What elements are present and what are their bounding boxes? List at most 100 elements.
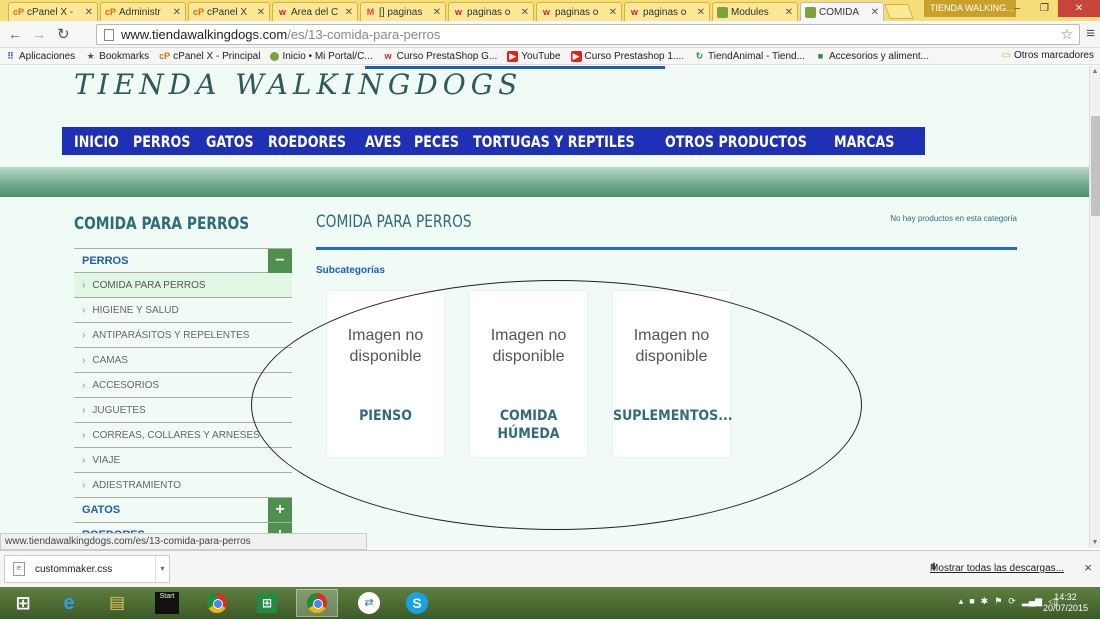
close-icon[interactable]: ✕: [521, 7, 529, 18]
menu-item-aves[interactable]: AVES: [365, 132, 401, 151]
tab-area-cliente[interactable]: w Área del C ✕: [272, 2, 358, 21]
tray-expand-icon[interactable]: ▴: [959, 596, 964, 607]
subcategory-adiestramiento[interactable]: › ADIESTRAMIENTO: [74, 473, 292, 498]
category-gatos[interactable]: GATOS +: [74, 498, 292, 523]
menu-item-gatos[interactable]: GATOS: [206, 132, 254, 151]
menu-item-tortugas[interactable]: TORTUGAS Y REPTILES: [473, 132, 635, 151]
close-icon[interactable]: ✕: [257, 7, 265, 18]
tab-paginas-2[interactable]: w paginas o ✕: [536, 2, 622, 21]
bluetooth-icon[interactable]: ✱: [981, 596, 989, 607]
menu-item-roedores[interactable]: ROEDORES: [268, 132, 346, 151]
forward-arrow-icon[interactable]: →: [32, 26, 46, 42]
bookmark-youtube[interactable]: ▶ YouTube: [502, 50, 565, 62]
bookmark-curso-prestashop-1[interactable]: ▶ Curso Prestashop 1....: [566, 50, 690, 62]
tray-app-icon[interactable]: ■: [969, 596, 974, 607]
close-icon[interactable]: ✕: [697, 7, 705, 18]
tray-flag-icon[interactable]: ⚑: [994, 596, 1002, 607]
close-icon[interactable]: ✕: [871, 7, 879, 18]
card-title[interactable]: COMIDA HÚMEDA: [470, 395, 587, 457]
tab-cpanel-1[interactable]: cP cPanel X - ✕: [8, 2, 98, 21]
subcategory-accesorios[interactable]: › ACCESORIOS: [74, 373, 292, 398]
menu-item-peces[interactable]: PECES: [414, 132, 459, 151]
subcategory-label: › ANTIPARÁSITOS Y REPELENTES: [74, 330, 249, 341]
windows-start-button[interactable]: ⊞: [2, 589, 44, 617]
subcategory-juguetes[interactable]: › JUGUETES: [74, 398, 292, 423]
window-close-icon[interactable]: ✕: [1058, 0, 1100, 17]
back-arrow-icon[interactable]: ←: [8, 26, 22, 42]
tray-sync-icon[interactable]: ⟳: [1008, 596, 1016, 607]
subcategory-correas[interactable]: › CORREAS, COLLARES Y ARNESES: [74, 423, 292, 448]
taskbar-ie[interactable]: e: [48, 589, 90, 617]
bookmark-cpanel[interactable]: cP cPanel X - Principal: [154, 51, 265, 62]
maximize-icon[interactable]: ❐: [1031, 0, 1058, 17]
subcategory-text: ADIESTRAMIENTO: [92, 479, 182, 491]
subcategory-card-suplementos[interactable]: Imagen no disponible SUPLEMENTOS...: [613, 291, 733, 457]
category-perros[interactable]: PERROS −: [74, 248, 292, 273]
reload-icon[interactable]: ↻: [57, 25, 70, 43]
chevron-down-icon[interactable]: ▾: [155, 556, 169, 582]
menu-item-otros[interactable]: OTROS PRODUCTOS: [665, 132, 807, 151]
subcategory-camas[interactable]: › CAMAS: [74, 348, 292, 373]
image-placeholder[interactable]: Imagen no disponible: [470, 291, 587, 395]
bookmark-curso-prestashop-g[interactable]: w Curso PrestaShop G...: [378, 51, 503, 62]
address-bar[interactable]: www.tiendawalkingdogs.com/es/13-comida-p…: [96, 24, 1080, 45]
subcategory-card-pienso[interactable]: Imagen no disponible PIENSO: [327, 291, 444, 457]
site-logo[interactable]: TIENDA WALKINGDOGS: [74, 68, 522, 101]
tab-comida-active[interactable]: COMIDA ✕: [800, 2, 884, 21]
subcategory-viaje[interactable]: › VIAJE: [74, 448, 292, 473]
close-icon[interactable]: ✕: [609, 7, 617, 18]
show-all-downloads-link[interactable]: Mostrar todas las descargas...: [930, 563, 1064, 574]
close-icon[interactable]: ✕: [785, 7, 793, 18]
menu-item-marcas[interactable]: MARCAS: [834, 132, 894, 151]
scroll-down-icon[interactable]: ▼: [1090, 537, 1100, 548]
tab-paginas-3[interactable]: w paginas o ✕: [624, 2, 710, 21]
taskbar-excel[interactable]: ⊞: [246, 589, 288, 617]
other-bookmarks[interactable]: ▭ Otros marcadores: [1002, 50, 1094, 61]
signal-icon[interactable]: ▂▄▆: [1022, 596, 1042, 607]
subcategory-comida-para-perros[interactable]: › COMIDA PARA PERROS: [74, 273, 292, 298]
taskbar-chrome[interactable]: [196, 589, 238, 617]
subcategory-antiparasitos[interactable]: › ANTIPARÁSITOS Y REPELENTES: [74, 323, 292, 348]
card-title-line-2: HÚMEDA: [497, 426, 560, 442]
collapse-icon[interactable]: −: [268, 248, 292, 273]
scroll-thumb[interactable]: [1091, 116, 1100, 216]
taskbar-chrome-active[interactable]: [296, 589, 338, 617]
taskbar-file-explorer[interactable]: ▤: [96, 589, 138, 617]
close-icon[interactable]: ✕: [433, 7, 441, 18]
tab-gmail[interactable]: M [] paginas ✕: [360, 2, 446, 21]
window-user-badge[interactable]: TIENDA WALKING...: [924, 0, 1016, 17]
close-icon[interactable]: ✕: [85, 7, 93, 18]
new-tab-button[interactable]: [884, 4, 914, 19]
bookmark-tiendanimal[interactable]: ↻ TiendAnimal - Tiend...: [689, 51, 810, 62]
tab-cpanel-2[interactable]: cP Administr ✕: [100, 2, 186, 21]
taskbar-skype[interactable]: S: [396, 589, 438, 617]
close-icon[interactable]: ✕: [345, 7, 353, 18]
page-scrollbar[interactable]: ▲ ▼: [1089, 66, 1100, 548]
chrome-menu-icon[interactable]: ≡: [1086, 25, 1095, 42]
scroll-up-icon[interactable]: ▲: [1090, 66, 1100, 77]
image-placeholder[interactable]: Imagen no disponible: [327, 291, 444, 395]
card-title[interactable]: PIENSO: [327, 395, 444, 439]
taskbar-start-app[interactable]: Start: [146, 589, 188, 617]
tab-modules[interactable]: Modules ✕: [712, 2, 798, 21]
bookmark-mi-portal[interactable]: Inicio • Mi Portal/C...: [265, 51, 377, 62]
card-title[interactable]: SUPLEMENTOS...: [613, 395, 733, 439]
taskbar-teamviewer[interactable]: ⇄: [348, 589, 390, 617]
subcategory-card-comida-humeda[interactable]: Imagen no disponible COMIDA HÚMEDA: [470, 291, 587, 457]
close-icon[interactable]: ✕: [173, 7, 181, 18]
tab-paginas-1[interactable]: w paginas o ✕: [448, 2, 534, 21]
minimize-icon[interactable]: –: [1004, 0, 1031, 17]
expand-icon[interactable]: +: [268, 498, 292, 522]
bookmark-bookmarks[interactable]: ★ Bookmarks: [80, 51, 154, 62]
bookmark-star-icon[interactable]: ☆: [1060, 25, 1073, 44]
bookmark-aplicaciones[interactable]: ⠿ Aplicaciones: [0, 51, 80, 62]
close-icon[interactable]: ×: [1084, 560, 1092, 575]
taskbar-clock[interactable]: 14:32 20/07/2015: [1043, 592, 1088, 614]
menu-item-inicio[interactable]: INICIO: [74, 132, 119, 151]
menu-item-perros[interactable]: PERROS: [133, 132, 190, 151]
subcategory-higiene[interactable]: › HIGIENE Y SALUD: [74, 298, 292, 323]
image-placeholder[interactable]: Imagen no disponible: [613, 291, 730, 395]
tab-cpanel-3[interactable]: cP cPanel X ✕: [188, 2, 270, 21]
bookmark-accesorios[interactable]: ■ Accesorios y aliment...: [810, 51, 934, 62]
download-item[interactable]: e custommaker.css ▾: [4, 555, 170, 583]
